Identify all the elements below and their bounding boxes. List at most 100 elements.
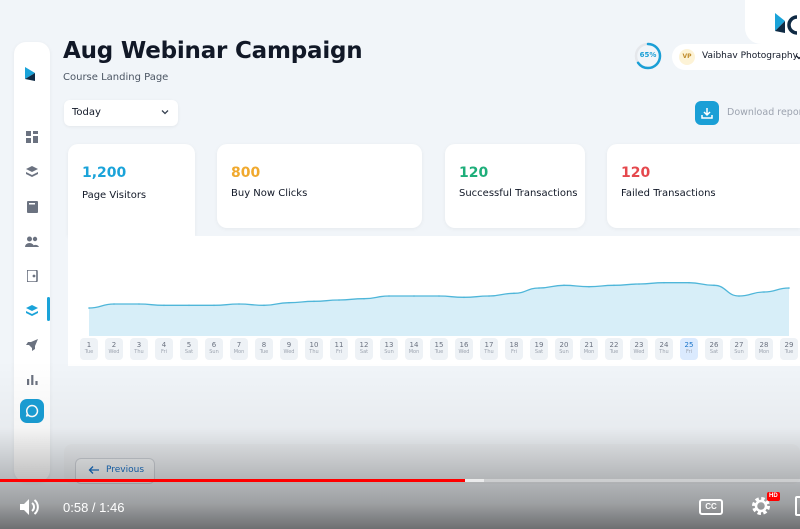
chart-point <box>413 295 415 297</box>
x-tick[interactable]: 7 Mon <box>230 338 248 360</box>
x-tick[interactable]: 19 Sat <box>530 338 548 360</box>
x-tick-day: 24 <box>659 341 669 349</box>
chart-point <box>513 292 515 295</box>
chat-button[interactable] <box>20 399 44 423</box>
x-tick[interactable]: 15 Tue <box>430 338 448 360</box>
x-tick-weekday: Wed <box>633 349 645 355</box>
app-logo-icon <box>25 67 35 81</box>
x-tick[interactable]: 27 Sun <box>730 338 748 360</box>
x-tick[interactable]: 16 Wed <box>455 338 473 360</box>
x-tick[interactable]: 20 Sun <box>555 338 573 360</box>
x-tick-day: 16 <box>459 341 469 349</box>
x-tick-weekday: Sat <box>534 349 544 355</box>
captions-button[interactable]: CC <box>699 499 723 515</box>
stat-card-failed-transactions[interactable]: 120 Failed Transactions <box>607 144 800 228</box>
chart-point <box>613 284 615 287</box>
x-tick-weekday: Fri <box>686 349 692 355</box>
page-subtitle: Course Landing Page <box>63 72 169 83</box>
download-button[interactable] <box>695 101 719 125</box>
x-tick-weekday: Wed <box>283 349 295 355</box>
arrow-left-icon <box>88 466 99 474</box>
stat-label: Successful Transactions <box>459 188 578 199</box>
x-tick-weekday: Fri <box>161 349 167 355</box>
stat-value: 800 <box>231 165 261 181</box>
x-tick[interactable]: 8 Tue <box>255 338 273 360</box>
x-tick[interactable]: 4 Fri <box>155 338 173 360</box>
x-tick[interactable]: 1 Tue <box>80 338 98 360</box>
x-tick-day: 5 <box>186 341 192 349</box>
x-tick[interactable]: 18 Fri <box>505 338 523 360</box>
stat-card-successful-transactions[interactable]: 120 Successful Transactions <box>445 144 585 228</box>
x-tick-day: 21 <box>584 341 594 349</box>
dashboard-icon[interactable] <box>24 129 40 145</box>
video-player[interactable]: Aug Webinar Campaign Course Landing Page… <box>0 0 800 529</box>
brand-corner <box>745 0 800 44</box>
volume-icon[interactable] <box>20 497 42 517</box>
x-tick[interactable]: 12 Sat <box>355 338 373 360</box>
book-icon[interactable] <box>24 199 40 215</box>
chevron-down-icon <box>795 55 800 60</box>
previous-label: Previous <box>106 465 145 475</box>
chart-point <box>113 303 115 305</box>
x-tick[interactable]: 9 Wed <box>280 338 298 360</box>
x-tick[interactable]: 26 Sat <box>705 338 723 360</box>
chart-point <box>213 304 215 307</box>
x-tick[interactable]: 23 Wed <box>630 338 648 360</box>
dashboard-frame: Aug Webinar Campaign Course Landing Page… <box>0 0 800 529</box>
x-tick[interactable]: 2 Wed <box>105 338 123 360</box>
chart-point <box>663 281 665 284</box>
x-tick[interactable]: 17 Thu <box>480 338 498 360</box>
x-tick-day: 4 <box>161 341 167 349</box>
x-tick[interactable]: 10 Thu <box>305 338 323 360</box>
chart-point <box>688 281 690 284</box>
seek-played <box>0 479 465 482</box>
x-tick[interactable]: 24 Thu <box>655 338 673 360</box>
layers-icon[interactable] <box>24 164 40 180</box>
x-tick[interactable]: 25 Fri <box>680 338 698 360</box>
chart-point <box>713 284 715 287</box>
x-tick[interactable]: 13 Sun <box>380 338 398 360</box>
date-range-value: Today <box>72 107 101 118</box>
date-range-select[interactable]: Today <box>64 100 178 126</box>
brand-logo-icon <box>775 13 798 35</box>
download-icon <box>701 108 713 119</box>
x-tick[interactable]: 22 Tue <box>605 338 623 360</box>
x-tick[interactable]: 5 Sat <box>180 338 198 360</box>
wallet-icon[interactable] <box>24 268 40 284</box>
rocket-icon[interactable] <box>24 337 40 353</box>
chart-point <box>763 291 765 293</box>
x-tick[interactable]: 21 Mon <box>580 338 598 360</box>
layers-active-icon[interactable] <box>24 303 40 319</box>
stat-card-page-visitors[interactable]: 1,200 Page Visitors <box>68 144 195 236</box>
stat-label: Page Visitors <box>82 190 147 201</box>
x-tick[interactable]: 28 Mon <box>755 338 773 360</box>
x-tick-weekday: Sun <box>384 349 394 355</box>
x-tick-weekday: Mon <box>233 349 245 355</box>
x-tick-day: 25 <box>684 341 694 349</box>
x-tick[interactable]: 3 Thu <box>130 338 148 360</box>
progress-percent: 65% <box>639 51 657 59</box>
x-tick-weekday: Thu <box>309 349 319 355</box>
x-tick-day: 26 <box>709 341 719 349</box>
x-tick-weekday: Sat <box>709 349 719 355</box>
avatar: VP <box>679 49 695 65</box>
x-tick[interactable]: 11 Fri <box>330 338 348 360</box>
stat-card-buy-now-clicks[interactable]: 800 Buy Now Clicks <box>217 144 422 228</box>
chart-point <box>463 296 465 299</box>
chart-point <box>388 295 390 297</box>
x-tick[interactable]: 29 Tue <box>780 338 798 360</box>
users-icon[interactable] <box>24 233 40 249</box>
x-tick-day: 3 <box>136 341 142 349</box>
x-tick[interactable]: 6 Sun <box>205 338 223 360</box>
theater-mode-button[interactable] <box>795 496 800 516</box>
x-tick-day: 11 <box>334 341 344 349</box>
chat-icon <box>25 404 39 418</box>
download-report-link[interactable]: Download report <box>727 107 800 118</box>
x-tick-weekday: Fri <box>511 349 517 355</box>
player-controls: 0:58 / 1:46 CC HD <box>0 486 800 529</box>
x-tick[interactable]: 14 Mon <box>405 338 423 360</box>
stat-value: 120 <box>459 165 489 181</box>
chart-point <box>738 295 740 297</box>
user-menu[interactable]: VP Vaibhav Photography <box>672 44 800 70</box>
bar-chart-icon[interactable] <box>24 371 40 387</box>
